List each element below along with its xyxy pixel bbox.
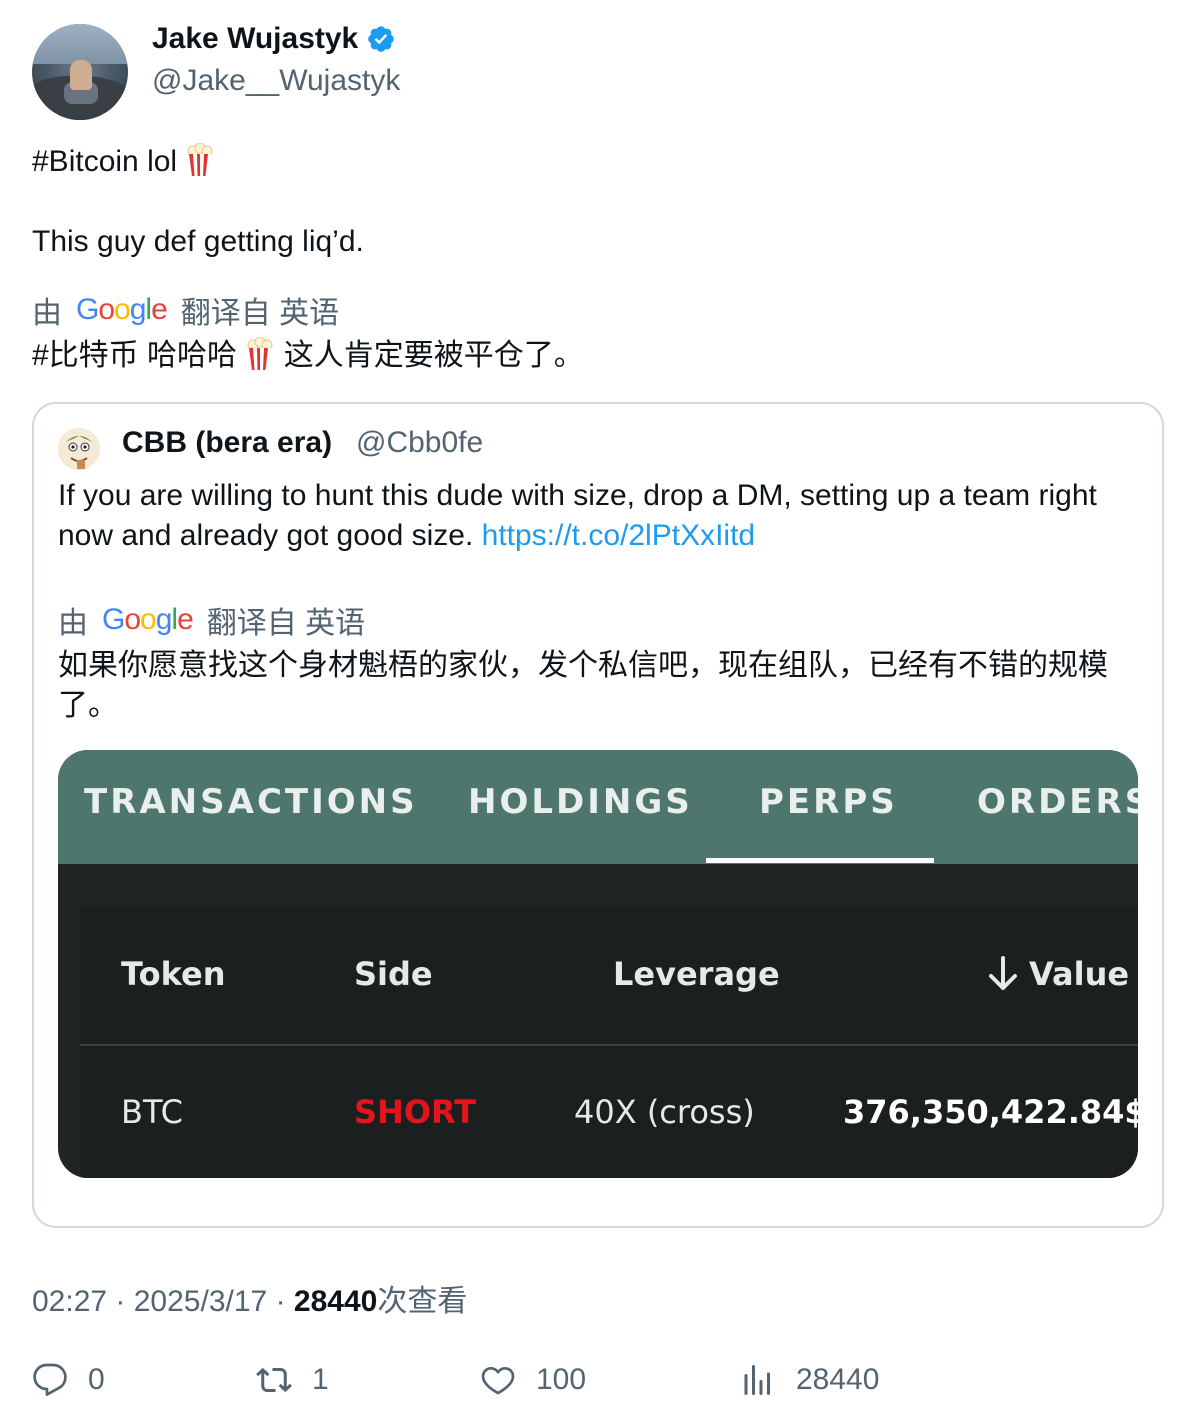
cell-token: BTC xyxy=(121,1093,183,1131)
reply-button[interactable]: 0 xyxy=(32,1362,105,1398)
reply-icon xyxy=(33,1363,67,1396)
arrow-down-icon xyxy=(989,956,1017,990)
column-header-side: Side xyxy=(354,955,433,993)
like-button[interactable]: 100 xyxy=(480,1362,586,1398)
views-button[interactable]: 28440 xyxy=(740,1362,879,1398)
author-name-text[interactable]: Jake Wujastyk xyxy=(152,22,358,56)
reply-count: 0 xyxy=(88,1363,105,1396)
image-tab-holdings: HOLDINGS xyxy=(468,782,693,822)
cell-leverage: 40X (cross) xyxy=(574,1093,755,1131)
views-count: 28440 xyxy=(796,1363,880,1396)
quoted-tweet-link[interactable]: https://t.co/2lPtXxIitd xyxy=(482,519,755,552)
translated-text: #比特币 哈哈哈 这人肯定要被平仓了。 xyxy=(32,336,584,376)
column-header-token: Token xyxy=(121,955,226,993)
active-tab-indicator xyxy=(706,858,934,863)
google-logo[interactable]: Google xyxy=(102,603,194,637)
image-positions-table: Token Side Leverage Value BTC SHORT 40X … xyxy=(80,905,1138,1178)
meta-separator: · xyxy=(115,1285,134,1318)
column-header-value-label: Value xyxy=(1029,955,1130,993)
retweet-icon xyxy=(256,1367,292,1393)
quoted-tweet-card[interactable]: CBB (bera era) @Cbb0fe If you are willin… xyxy=(32,402,1164,1228)
quoted-translation-attribution: 由 Google 翻译自 英语 xyxy=(58,598,365,642)
analytics-icon xyxy=(744,1365,770,1395)
quoted-author-handle: @Cbb0fe xyxy=(356,426,484,459)
tweet-line-2: This guy def getting liq’d. xyxy=(32,225,364,258)
translation-suffix: 翻译自 英语 xyxy=(180,297,340,330)
translated-text-part2: 这人肯定要被平仓了。 xyxy=(283,339,584,372)
popcorn-icon xyxy=(187,143,213,176)
row-divider xyxy=(80,1044,1138,1046)
translation-prefix: 由 xyxy=(32,297,62,330)
column-header-leverage: Leverage xyxy=(613,955,780,993)
retweet-button[interactable]: 1 xyxy=(256,1362,329,1398)
image-tab-bar: TRANSACTIONS HOLDINGS PERPS ORDERS xyxy=(58,750,1138,864)
like-count: 100 xyxy=(536,1363,587,1396)
cell-side: SHORT xyxy=(354,1093,477,1131)
image-tab-perps: PERPS xyxy=(759,782,898,822)
tweet-line-1: #Bitcoin lol xyxy=(32,145,178,178)
author-name[interactable]: Jake Wujastyk xyxy=(152,22,396,56)
google-logo[interactable]: Google xyxy=(76,293,168,327)
quoted-translated-text: 如果你愿意找这个身材魁梧的家伙，发个私信吧，现在组队，已经有不错的规模了。 xyxy=(58,649,1108,722)
retweet-count: 1 xyxy=(312,1363,329,1396)
tweet-meta: 02:27 · 2025/3/17 · 28440次查看 xyxy=(32,1276,467,1320)
translation-attribution: 由 Google 翻译自 英语 xyxy=(32,288,339,332)
author-avatar[interactable] xyxy=(32,24,128,120)
tweet-date[interactable]: 2025/3/17 xyxy=(134,1285,267,1318)
tweet-time[interactable]: 02:27 xyxy=(32,1285,107,1318)
image-tab-transactions: TRANSACTIONS xyxy=(84,782,418,822)
view-count: 28440 xyxy=(293,1285,378,1318)
quoted-tweet-text: If you are willing to hunt this dude wit… xyxy=(58,476,1128,556)
cell-value: 376,350,422.84$ xyxy=(843,1093,1138,1131)
tweet-text: #Bitcoin lol This guy def getting liq’d. xyxy=(32,142,364,262)
popcorn-icon xyxy=(247,337,273,370)
quoted-author-name: CBB (bera era) xyxy=(122,426,333,459)
view-count-label: 次查看 xyxy=(377,1285,468,1318)
column-header-value: Value xyxy=(985,955,1129,993)
quoted-translation-prefix: 由 xyxy=(58,607,88,640)
quoted-author-avatar xyxy=(58,428,100,470)
image-tab-orders: ORDERS xyxy=(977,782,1138,822)
meta-separator: · xyxy=(275,1285,294,1318)
translated-text-part1: #比特币 哈哈哈 xyxy=(32,339,238,372)
author-handle[interactable]: @Jake__Wujastyk xyxy=(152,64,400,98)
verified-badge-icon xyxy=(368,26,395,52)
heart-icon xyxy=(481,1366,515,1395)
quoted-translation-suffix: 翻译自 英语 xyxy=(206,607,366,640)
quoted-tweet-image[interactable]: TRANSACTIONS HOLDINGS PERPS ORDERS Token… xyxy=(58,750,1138,1178)
